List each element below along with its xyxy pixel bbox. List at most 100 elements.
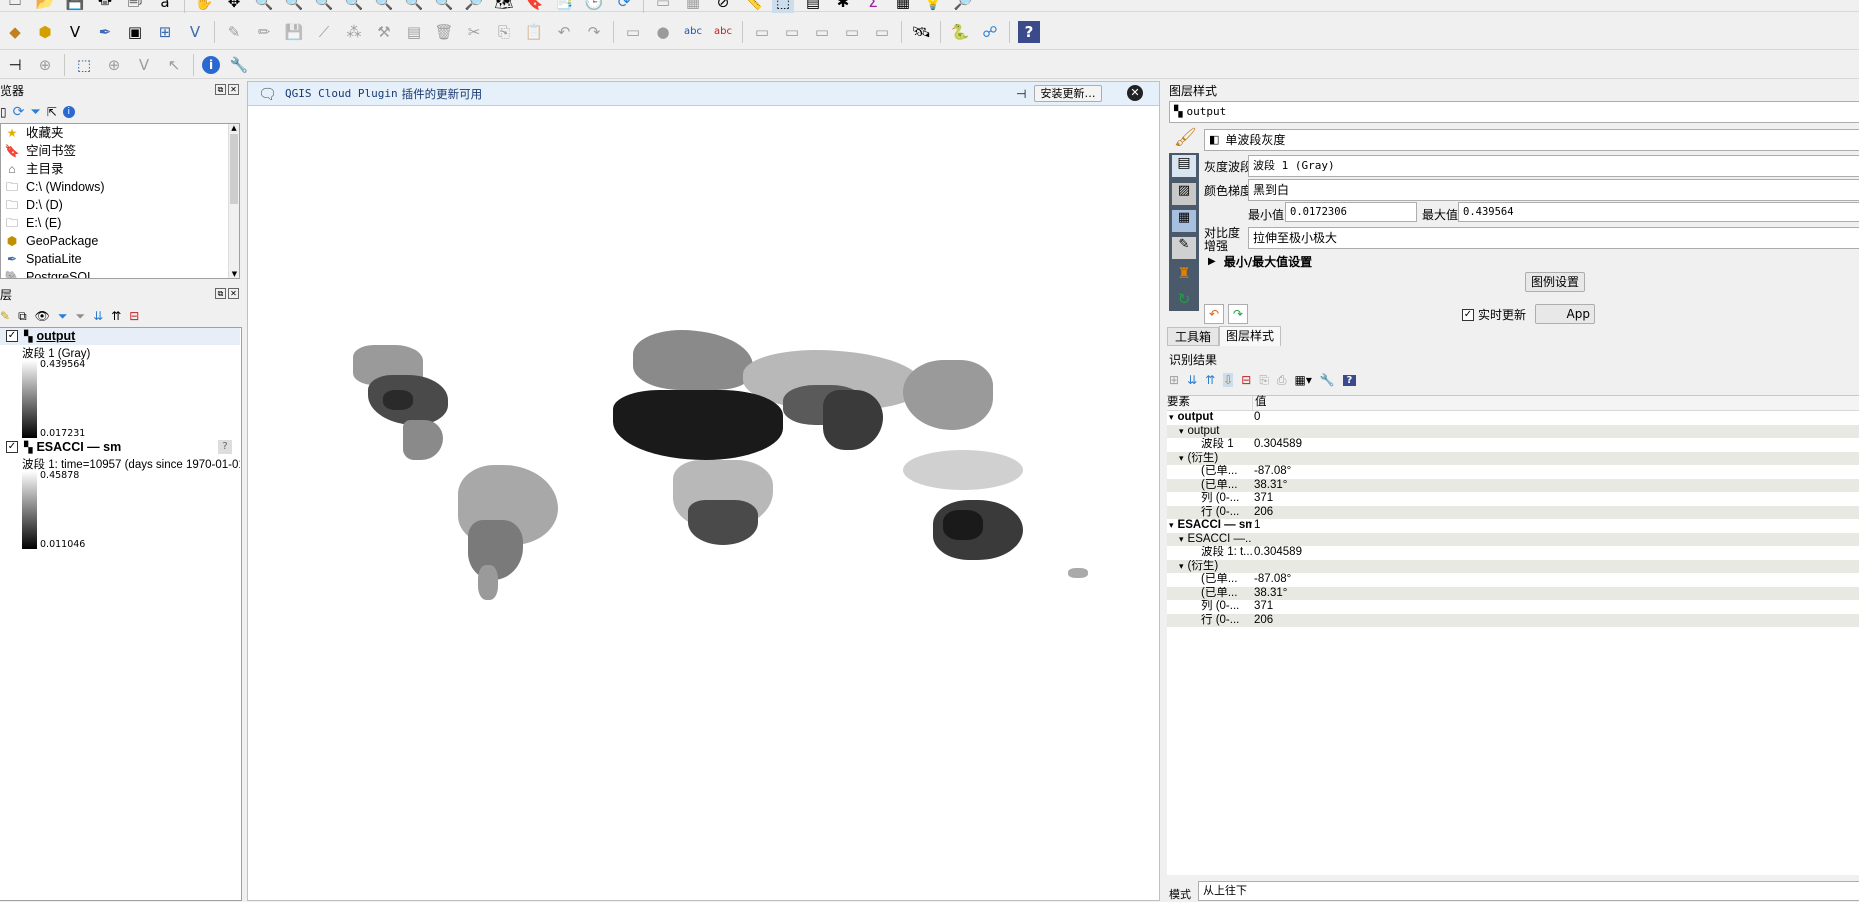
open-project-icon[interactable]: 📂 <box>34 0 56 13</box>
live-update-checkbox[interactable]: ✓ 实时更新 <box>1462 306 1526 323</box>
expand-arrow-icon[interactable]: ▾ <box>1179 426 1184 436</box>
dock-tab-toolbox[interactable]: 工具箱 <box>1167 327 1219 346</box>
add-raster-layer-icon[interactable]: ⬢ <box>34 21 56 43</box>
identify-row[interactable]: ▾ output <box>1167 424 1859 438</box>
add-wms-icon[interactable]: ▣ <box>124 21 146 43</box>
message-bar-menu-icon[interactable]: ⊣ <box>1016 87 1026 101</box>
collapse-all-icon[interactable]: ⇱ <box>47 105 57 119</box>
identify-row[interactable]: (已单... 38.31° <box>1167 586 1859 600</box>
browser-item[interactable]: 🔖 空间书签 <box>1 142 239 160</box>
redo-icon[interactable]: ↷ <box>583 21 605 43</box>
add-spatialite-icon[interactable]: ✒ <box>94 21 116 43</box>
identify-row[interactable]: 波段 1 0.304589 <box>1167 438 1859 452</box>
paintbrush-icon[interactable]: 🖌 <box>1174 127 1197 148</box>
new-bookmark-icon[interactable]: 🔖 <box>523 0 545 13</box>
refresh-icon[interactable]: ⟳ <box>613 0 635 13</box>
close-panel-icon[interactable]: ✕ <box>228 84 239 95</box>
contrast-enhancement-select[interactable]: 拉伸至极小极大 <box>1248 227 1859 249</box>
zoom-selection-icon[interactable]: 🔍 <box>373 0 395 13</box>
layer-selector[interactable]: ▚ output <box>1169 101 1859 123</box>
zoom-last-icon[interactable]: 🔎 <box>463 0 485 13</box>
zoom-native-icon[interactable]: 🔍 <box>433 0 455 13</box>
delete-selected-icon[interactable]: 🗑 <box>433 21 455 43</box>
identify-row[interactable]: (已单... 38.31° <box>1167 478 1859 492</box>
browser-item[interactable]: 🗀 E:\ (E) <box>1 214 239 232</box>
label-show-hide-icon[interactable]: ▭ <box>751 21 773 43</box>
filter-icon[interactable]: ⏷ <box>30 105 40 120</box>
save-edits-icon[interactable]: 💾 <box>283 21 305 43</box>
copy-feature-icon[interactable]: ⎘ <box>1259 373 1269 388</box>
identify-mode-select[interactable]: 从上往下 <box>1198 881 1859 901</box>
identify-row[interactable]: ▾ (衍生) <box>1167 559 1859 573</box>
add-wfs-icon[interactable]: V <box>184 21 206 43</box>
edit-table-icon[interactable]: ▤ <box>403 21 425 43</box>
label-toolbar-abc-red-icon[interactable]: abc <box>712 21 734 43</box>
copy-features-icon[interactable]: ⎘ <box>493 21 515 43</box>
show-bookmarks-icon[interactable]: 📑 <box>553 0 575 13</box>
undo-style-icon[interactable]: ↶ <box>1204 304 1224 324</box>
snapping-icon[interactable]: ⊕ <box>34 54 56 76</box>
color-gradient-select[interactable]: 黑到白 <box>1248 179 1859 201</box>
browser-item[interactable]: ★ 收藏夹 <box>1 124 239 142</box>
identify-row[interactable]: (已单... -87.08° <box>1167 465 1859 479</box>
identify-icon[interactable]: i <box>202 55 220 74</box>
select-rectangle-icon[interactable]: ⬚ <box>73 54 95 76</box>
zoom-out-icon[interactable]: 🔍 <box>283 0 305 13</box>
identify-mode-icon[interactable]: ▦▾ <box>1295 373 1312 387</box>
zoom-next-icon[interactable]: 🗺 <box>493 0 515 13</box>
label-rotate-icon[interactable]: ▭ <box>811 21 833 43</box>
stats-icon[interactable]: ⊘ <box>712 0 734 13</box>
label-move-icon[interactable]: ▭ <box>781 21 803 43</box>
expand-arrow-icon[interactable]: ▾ <box>1169 412 1174 422</box>
help-icon[interactable]: ? <box>1018 20 1040 43</box>
remove-layer-icon[interactable]: ⊟ <box>129 309 139 323</box>
zoom-rubberband-icon[interactable]: 🔍 <box>313 0 335 13</box>
pan-to-selection-icon[interactable]: ✥ <box>223 0 245 13</box>
properties-icon[interactable]: i <box>62 106 75 118</box>
map-tips-icon[interactable]: 💡 <box>922 0 944 13</box>
live-update-check[interactable]: ✓ <box>1462 308 1474 321</box>
close-layers-icon[interactable]: ✕ <box>228 288 239 299</box>
advanced-digitizing-icon[interactable]: ⊣ <box>4 54 26 76</box>
undo-icon[interactable]: ↶ <box>553 21 575 43</box>
select-radius-icon[interactable]: ↖ <box>163 54 185 76</box>
identify-features-icon-top[interactable]: ▭ <box>652 0 674 13</box>
add-group-icon[interactable]: ⧉ <box>18 309 27 324</box>
legend-settings-button[interactable]: 图例设置 <box>1525 272 1585 292</box>
browser-item[interactable]: 🗀 C:\ (Windows) <box>1 178 239 196</box>
browser-item[interactable]: ⌂ 主目录 <box>1 160 239 178</box>
label-toolbar-abc-icon[interactable]: abc <box>682 21 704 43</box>
float-panel-icon[interactable]: ⧉ <box>215 84 226 95</box>
cut-features-icon[interactable]: ✂ <box>463 21 485 43</box>
collapse-all-layers-icon[interactable]: ⇈ <box>111 309 121 323</box>
renderer-selector[interactable]: ◧ 单波段灰度 <box>1204 129 1859 151</box>
expand-all-icon[interactable]: ⇊ <box>93 309 103 323</box>
identify-row[interactable]: 行 (0-... 206 <box>1167 613 1859 627</box>
label-tool-icon[interactable]: ▭ <box>622 21 644 43</box>
gray-band-select[interactable]: 波段 1 (Gray) <box>1248 155 1859 177</box>
browser-item[interactable]: ✒ SpatiaLite <box>1 250 239 268</box>
geodesic-icon[interactable]: 🛰 <box>910 21 932 43</box>
collapse-all-icon[interactable]: ⇈ <box>1205 373 1215 387</box>
current-edits-icon[interactable]: ✎ <box>223 21 245 43</box>
expand-arrow-icon[interactable]: ▾ <box>1179 534 1184 544</box>
label-diagram-icon[interactable]: ▭ <box>871 21 893 43</box>
dock-tab-layer-styling[interactable]: 图层样式 <box>1219 326 1281 346</box>
minmax-settings-toggle[interactable]: ▶ 最小/最大值设置 <box>1208 253 1312 270</box>
identify-row[interactable]: ▾ ESACCI —... <box>1167 532 1859 546</box>
browser-item[interactable]: 🗀 D:\ (D) <box>1 196 239 214</box>
zoom-layer-icon[interactable]: 🔍 <box>403 0 425 13</box>
zoom-in-icon[interactable]: 🔍 <box>253 0 275 13</box>
new-print-layout-icon[interactable]: 🖶 <box>94 0 116 13</box>
python-console-icon[interactable]: 🐍 <box>949 21 971 43</box>
float-layers-icon[interactable]: ⧉ <box>215 288 226 299</box>
identify-row[interactable]: 列 (0-... 371 <box>1167 600 1859 614</box>
install-update-button[interactable]: 安装更新… <box>1034 85 1102 102</box>
save-project-icon[interactable]: 💾 <box>64 0 86 13</box>
identify-row[interactable]: 行 (0-... 206 <box>1167 505 1859 519</box>
max-value-input[interactable]: 0.439564 <box>1458 202 1859 222</box>
layer-visibility-checkbox[interactable]: ✓ <box>6 330 18 342</box>
graphical-modeler-icon[interactable]: ☍ <box>979 21 1001 43</box>
identify-row[interactable]: ▾ output 0 <box>1167 411 1859 425</box>
paste-features-icon[interactable]: 📋 <box>523 21 545 43</box>
